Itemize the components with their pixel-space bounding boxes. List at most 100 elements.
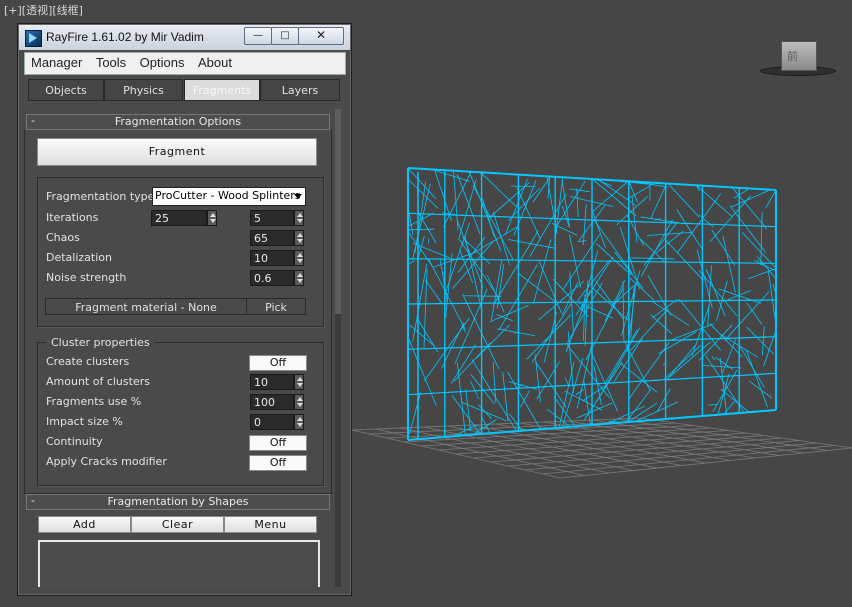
fragment-edge <box>407 178 439 209</box>
fragment-edge <box>670 323 714 341</box>
fragment-edge <box>463 295 502 297</box>
collapse-icon[interactable]: - <box>31 494 35 508</box>
fragment-edge <box>416 210 437 244</box>
fragment-edge <box>676 209 703 250</box>
fragment-edge <box>738 344 765 388</box>
fragmentation-type-value: ProCutter - Wood Splinters <box>155 189 301 202</box>
iterations-field-1[interactable]: 25 <box>151 210 207 226</box>
fragment-edge <box>695 184 733 217</box>
fragment-edge <box>492 231 539 306</box>
iterations-field-2[interactable]: 5 <box>250 210 294 226</box>
apply-cracks-toggle[interactable]: Off <box>249 455 307 471</box>
spinner-arrows-icon[interactable] <box>294 374 304 390</box>
tab-layers[interactable]: Layers <box>260 79 340 101</box>
fragment-material-button[interactable]: Fragment material - None <box>45 298 247 315</box>
fragment-edge <box>508 187 541 221</box>
fragment-edge <box>502 371 509 422</box>
fragment-edge <box>667 341 711 379</box>
fragment-edge <box>526 314 572 360</box>
menu-options[interactable]: Options <box>140 53 185 70</box>
fragments-use-field[interactable]: 100 <box>250 394 294 410</box>
menu-manager[interactable]: Manager <box>31 53 82 70</box>
app-icon <box>25 30 42 47</box>
spinner-arrows-icon[interactable] <box>294 210 304 226</box>
title-bar[interactable]: RayFire 1.61.02 by Mir Vadim — □ ✕ <box>19 25 350 50</box>
fragment-edge <box>471 226 517 255</box>
fragment-edge <box>753 260 760 262</box>
fragment-edge <box>482 198 495 238</box>
maximize-button[interactable]: □ <box>271 27 299 45</box>
chaos-field[interactable]: 65 <box>250 230 294 246</box>
tab-physics[interactable]: Physics <box>104 79 183 101</box>
scroll-thumb[interactable] <box>335 109 341 314</box>
fragment-edge <box>711 356 715 361</box>
spinner-arrows-icon[interactable] <box>294 250 304 266</box>
fragment-edge <box>460 401 507 422</box>
menu-bar: Manager Tools Options About <box>24 52 346 75</box>
fragment-edge <box>733 188 750 199</box>
tab-objects[interactable]: Objects <box>28 79 104 101</box>
fragment-edge <box>717 373 730 414</box>
fragment-edge <box>628 181 639 203</box>
shape-list[interactable] <box>38 540 320 587</box>
fragment-edge <box>450 344 477 384</box>
fragment-edge <box>423 317 470 382</box>
fragmentation-type-dropdown[interactable]: ProCutter - Wood Splinters <box>152 187 306 206</box>
fragment-edge <box>729 205 767 253</box>
detalization-field[interactable]: 10 <box>250 250 294 266</box>
fragment-edge <box>595 280 624 320</box>
spinner-arrows-icon[interactable] <box>294 230 304 246</box>
fragment-edge <box>459 239 500 299</box>
create-clusters-toggle[interactable]: Off <box>249 355 307 371</box>
add-button[interactable]: Add <box>38 516 131 533</box>
fragment-edge <box>765 189 777 208</box>
minimize-button[interactable]: — <box>244 27 272 45</box>
continuity-toggle[interactable]: Off <box>249 435 307 451</box>
viewport-label[interactable]: [+][透视][线框] <box>4 2 83 18</box>
noise-strength-field[interactable]: 0.6 <box>250 270 294 286</box>
close-button[interactable]: ✕ <box>298 27 344 45</box>
spinner-arrows-icon[interactable] <box>294 270 304 286</box>
spinner-arrows-icon[interactable] <box>294 394 304 410</box>
fragment-edge <box>561 180 571 228</box>
fragment-edge <box>678 298 722 351</box>
apply-cracks-label: Apply Cracks modifier <box>46 455 167 468</box>
fragment-edge <box>561 205 570 228</box>
viewcube-label: 前 <box>787 50 798 63</box>
rollout-panel: - Fragmentation Options Fragment Fragmen… <box>24 107 334 587</box>
fragment-edge <box>763 329 777 367</box>
amount-of-clusters-label: Amount of clusters <box>46 375 150 388</box>
viewcube-icon[interactable]: 前 <box>760 38 836 78</box>
detalization-label: Detalization <box>46 251 112 264</box>
pick-material-button[interactable]: Pick <box>246 298 306 315</box>
fragmentation-shapes-header[interactable]: - Fragmentation by Shapes <box>26 494 330 510</box>
fragment-edge <box>538 259 562 313</box>
fragment-edge <box>625 388 652 423</box>
rayfire-window: RayFire 1.61.02 by Mir Vadim — □ ✕ Manag… <box>17 23 352 596</box>
vertical-scrollbar[interactable] <box>335 109 341 587</box>
amount-of-clusters-field[interactable]: 10 <box>250 374 294 390</box>
collapse-icon[interactable]: - <box>31 114 35 128</box>
fragment-edge <box>533 239 552 304</box>
fragmentation-options-title: Fragmentation Options <box>114 115 242 128</box>
fragment-edge <box>407 231 432 266</box>
impact-size-field[interactable]: 0 <box>250 414 294 430</box>
fragment-edge <box>663 344 702 380</box>
menu-button[interactable]: Menu <box>224 516 317 533</box>
fragment-edge <box>418 320 439 353</box>
continuity-label: Continuity <box>46 435 103 448</box>
menu-tools[interactable]: Tools <box>96 53 126 70</box>
spinner-arrows-icon[interactable] <box>207 210 217 226</box>
clear-button[interactable]: Clear <box>131 516 224 533</box>
menu-about[interactable]: About <box>198 53 232 70</box>
grid-line <box>473 435 764 459</box>
tab-fragments[interactable]: Fragments <box>184 79 260 101</box>
wireframe-slab[interactable] <box>407 167 777 441</box>
fragment-edge <box>590 351 618 412</box>
fragmentation-options-header[interactable]: - Fragmentation Options <box>26 114 330 130</box>
fragment-edge <box>562 233 601 290</box>
fragment-button[interactable]: Fragment <box>37 138 317 166</box>
chaos-label: Chaos <box>46 231 80 244</box>
noise-strength-label: Noise strength <box>46 271 127 284</box>
spinner-arrows-icon[interactable] <box>294 414 304 430</box>
